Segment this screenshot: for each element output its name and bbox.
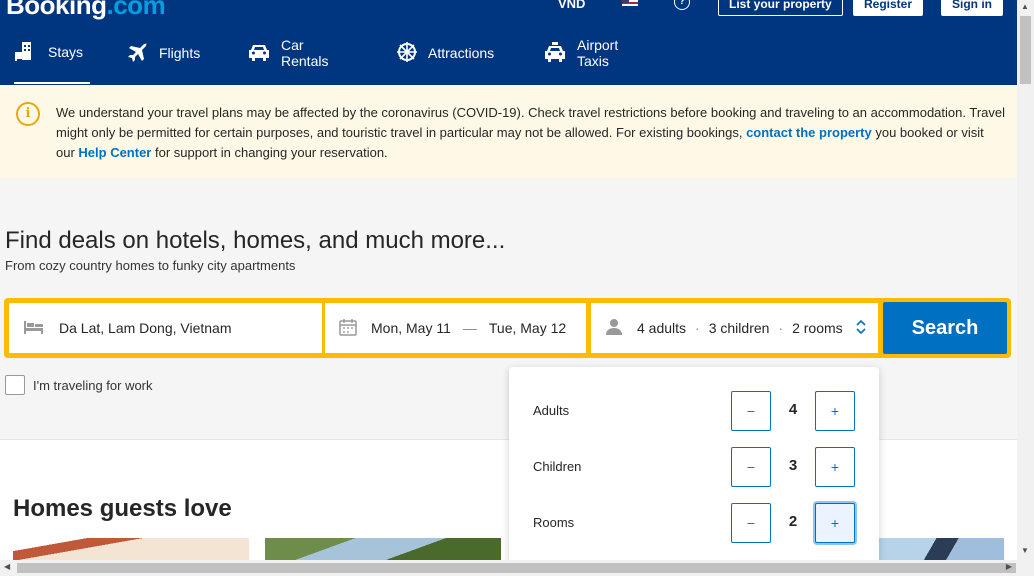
nav-tab-stays[interactable]: Stays [14, 32, 90, 84]
property-thumbnail[interactable] [265, 538, 501, 562]
attractions-icon [396, 41, 418, 66]
taxi-icon [543, 41, 567, 66]
info-icon: i [16, 102, 40, 126]
nav-tab-car-rentals[interactable]: Car Rentals [247, 32, 328, 84]
chevron-updown-icon [856, 319, 866, 335]
adults-increment-button[interactable]: + [815, 391, 855, 431]
sign-in-button[interactable]: Sign in [941, 0, 1003, 16]
vertical-scrollbar[interactable]: ▲ ▼ [1017, 0, 1034, 560]
bed-building-icon [14, 40, 38, 65]
nav-tab-flights[interactable]: Flights [127, 32, 200, 84]
hero-title: Find deals on hotels, homes, and much mo… [5, 227, 506, 254]
person-icon [605, 318, 623, 339]
scroll-right-icon[interactable]: ▶ [1006, 562, 1012, 571]
search-button[interactable]: Search [883, 302, 1007, 354]
property-thumbnail[interactable] [870, 538, 1004, 562]
nav-tab-attractions[interactable]: Attractions [396, 32, 494, 84]
contact-property-link[interactable]: contact the property [746, 125, 872, 140]
help-center-link[interactable]: Help Center [78, 145, 151, 160]
register-button[interactable]: Register [853, 0, 924, 16]
guests-field[interactable]: 4 adults · 3 children · 2 rooms [591, 303, 878, 353]
property-thumbnail[interactable] [13, 538, 249, 562]
rooms-row: Rooms − 2 + [509, 503, 879, 543]
list-property-button[interactable]: List your property [718, 0, 843, 16]
horizontal-scroll-thumb[interactable] [17, 563, 1016, 573]
work-travel-label: I'm traveling for work [33, 377, 153, 393]
vertical-scroll-thumb[interactable] [1020, 16, 1031, 84]
calendar-icon [339, 318, 357, 339]
search-bar: Da Lat, Lam Dong, Vietnam Mon, May 11 — … [4, 298, 1011, 358]
adults-decrement-button[interactable]: − [731, 391, 771, 431]
airplane-icon [127, 41, 149, 66]
language-flag-icon[interactable] [622, 0, 638, 6]
checkin-date[interactable]: Mon, May 11 [371, 320, 451, 336]
work-travel-option[interactable]: I'm traveling for work [5, 375, 153, 395]
hero-subtitle: From cozy country homes to funky city ap… [5, 258, 296, 273]
booking-logo[interactable]: Booking.com [6, 0, 166, 21]
checkout-date[interactable]: Tue, May 12 [489, 320, 566, 336]
scroll-left-icon[interactable]: ◀ [4, 562, 10, 571]
rooms-count: 2 [788, 513, 798, 530]
destination-field[interactable]: Da Lat, Lam Dong, Vietnam [9, 303, 322, 353]
covid-alert-text: We understand your travel plans may be a… [56, 105, 1005, 160]
covid-alert-banner: i We understand your travel plans may be… [0, 85, 1017, 178]
children-row: Children − 3 + [509, 447, 879, 487]
horizontal-scrollbar[interactable]: ◀ ▶ [0, 560, 1034, 576]
rooms-decrement-button[interactable]: − [731, 503, 771, 543]
rooms-increment-button[interactable]: + [815, 503, 855, 543]
nav-tab-airport-taxis[interactable]: Airport Taxis [543, 32, 618, 84]
date-range-field[interactable]: Mon, May 11 — Tue, May 12 [325, 303, 586, 353]
guests-popup: Adults − 4 + Children − 3 + Rooms − 2 + [509, 367, 879, 567]
children-increment-button[interactable]: + [815, 447, 855, 487]
section-title: Homes guests love [13, 495, 232, 522]
top-header: Booking.com VND ? List your property Reg… [0, 0, 1017, 85]
currency-selector[interactable]: VND [558, 0, 585, 11]
work-travel-checkbox[interactable] [5, 375, 25, 395]
scroll-down-icon[interactable]: ▼ [1021, 546, 1029, 555]
scroll-up-icon[interactable]: ▲ [1021, 2, 1029, 11]
car-icon [247, 42, 271, 65]
adults-row: Adults − 4 + [509, 391, 879, 431]
adults-count: 4 [788, 401, 798, 418]
bed-icon [23, 319, 45, 338]
children-decrement-button[interactable]: − [731, 447, 771, 487]
children-count: 3 [788, 457, 798, 474]
help-icon[interactable]: ? [674, 0, 690, 10]
